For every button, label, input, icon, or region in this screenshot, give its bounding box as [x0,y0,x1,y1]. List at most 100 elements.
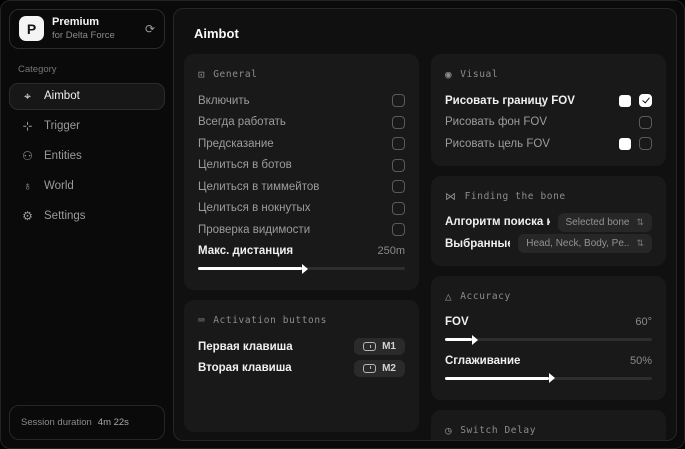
sidebar-item-entities[interactable]: ⚇ Entities [9,143,165,170]
fov-background-row: Рисовать фон FOV [445,112,652,134]
general-header: ⊡ General [198,68,405,81]
always-work-checkbox[interactable] [392,115,405,129]
bone-icon: ⋈ [445,189,457,203]
visual-header: ◉ Visual [445,68,652,81]
fov-target-row: Рисовать цель FOV [445,133,652,155]
fov-target-color-swatch[interactable] [619,137,631,150]
selected-bones-select[interactable]: Head, Neck, Body, Pe.. ⇅ [518,234,652,254]
bone-algorithm-row: Алгоритм поиска кост Selected bone ⇅ [445,212,652,234]
enable-checkbox[interactable] [392,94,405,108]
fov-background-checkbox[interactable] [639,115,652,129]
setting-row: Целиться в нокнутых [198,198,405,220]
keyboard-icon: ⌨ [198,314,206,327]
sidebar-item-label: Entities [44,150,82,163]
activation-title: Activation buttons [213,315,327,326]
slider-fill [445,334,478,345]
select-caret-icon: ⇅ [636,238,644,249]
smoothing-label: Сглаживание [445,354,521,367]
app-window: P Premium for Delta Force ⟳ Category ⌖ A… [0,0,685,449]
bone-title: Finding the bone [464,190,566,202]
smoothing-slider[interactable] [445,373,652,383]
second-key-label: Вторая клавиша [198,362,292,375]
sidebar-item-world[interactable]: ♁ World [9,173,165,200]
sidebar-item-aimbot[interactable]: ⌖ Aimbot [9,82,165,110]
fov-background-label: Рисовать фон FOV [445,116,547,129]
selected-value: Head, Neck, Body, Pe.. [526,238,630,250]
visibility-check-checkbox[interactable] [392,223,405,237]
premium-card: P Premium for Delta Force ⟳ [9,9,165,49]
fov-border-label: Рисовать границу FOV [445,94,575,107]
sidebar-item-settings[interactable]: ⚙ Settings [9,203,165,230]
main-panel: Aimbot ⊡ General Включить Всегда работат… [173,8,677,441]
category-label: Category [18,63,57,75]
entities-icon: ⚇ [22,149,33,164]
max-distance-label: Макс. дистанция [198,245,294,258]
setting-row: Целиться в тиммейтов [198,176,405,198]
triangle-icon: △ [445,289,453,303]
fov-border-row: Рисовать границу FOV [445,90,652,112]
mouse-icon [363,342,377,352]
smoothing-value: 50% [629,354,652,367]
content-columns: ⊡ General Включить Всегда работать Предс… [184,54,666,440]
fov-border-color-swatch[interactable] [619,94,631,107]
prediction-checkbox[interactable] [392,137,405,151]
max-distance-value: 250m [377,245,405,258]
setting-row: Всегда работать [198,112,405,134]
sidebar-item-trigger[interactable]: ⊹ Trigger [9,113,165,140]
globe-icon: ♁ [23,179,32,194]
bone-algorithm-select[interactable]: Selected bone ⇅ [557,212,652,232]
session-label: Session duration [21,417,92,428]
setting-label: Целиться в нокнутых [198,202,311,215]
sidebar: P Premium for Delta Force ⟳ Category ⌖ A… [1,1,173,448]
fov-target-checkbox[interactable] [639,137,652,151]
eye-icon: ◉ [445,68,453,81]
trigger-icon: ⊹ [22,119,33,134]
first-key-row: Первая клавиша M1 [198,336,405,358]
bone-header: ⋈ Finding the bone [445,190,652,203]
general-panel: ⊡ General Включить Всегда работать Предс… [184,54,419,290]
accuracy-panel: △ Accuracy FOV 60° Сглаживание 50% [431,275,666,400]
keybind-value: M1 [382,341,396,353]
session-duration: Session duration 4m 22s [9,405,165,440]
aim-bots-checkbox[interactable] [392,158,405,172]
left-column: ⊡ General Включить Всегда работать Предс… [184,54,419,432]
stopwatch-icon: ◷ [445,423,453,437]
sync-icon[interactable]: ⟳ [145,22,155,36]
fov-label: FOV [445,316,469,329]
mouse-icon [363,363,377,373]
keybind-value: M2 [382,362,396,374]
sidebar-item-label: Settings [44,210,86,223]
setting-row: Включить [198,90,405,112]
setting-label: Целиться в тиммейтов [198,180,320,193]
selected-value: Selected bone [565,216,630,228]
fov-row: FOV 60° [445,312,652,334]
activation-buttons-panel: ⌨ Activation buttons Первая клавиша M1 В… [184,300,419,432]
first-key-button[interactable]: M1 [354,338,405,356]
visual-title: Visual [460,69,499,80]
smoothing-row: Сглаживание 50% [445,350,652,372]
fov-slider[interactable] [445,334,652,345]
selected-bones-row: Выбранные кос Head, Neck, Body, Pe.. ⇅ [445,233,652,255]
max-distance-row: Макс. дистанция 250m [198,241,405,263]
crosshair-icon: ⌖ [24,88,31,103]
setting-row: Предсказание [198,133,405,155]
setting-label: Проверка видимости [198,223,311,236]
fov-target-label: Рисовать цель FOV [445,137,550,150]
max-distance-slider[interactable] [198,263,405,274]
setting-label: Целиться в ботов [198,159,292,172]
slider-fill [198,263,307,274]
fov-border-checkbox[interactable] [639,94,652,108]
app-logo: P [19,16,44,42]
aim-teammates-checkbox[interactable] [392,180,405,194]
bone-algorithm-label: Алгоритм поиска кост [445,216,550,229]
aim-knocked-checkbox[interactable] [392,201,405,215]
sidebar-nav: ⌖ Aimbot ⊹ Trigger ⚇ Entities ♁ World ⚙ … [9,82,165,230]
accuracy-title: Accuracy [460,290,511,302]
general-title: General [213,69,258,80]
right-column: ◉ Visual Рисовать границу FOV Рисовать ф… [431,54,666,440]
gear-icon: ⚙ [22,209,33,224]
premium-title: Premium [52,16,100,28]
second-key-button[interactable]: M2 [354,359,405,377]
session-value: 4m 22s [97,417,129,428]
second-key-row: Вторая клавиша M2 [198,358,405,380]
